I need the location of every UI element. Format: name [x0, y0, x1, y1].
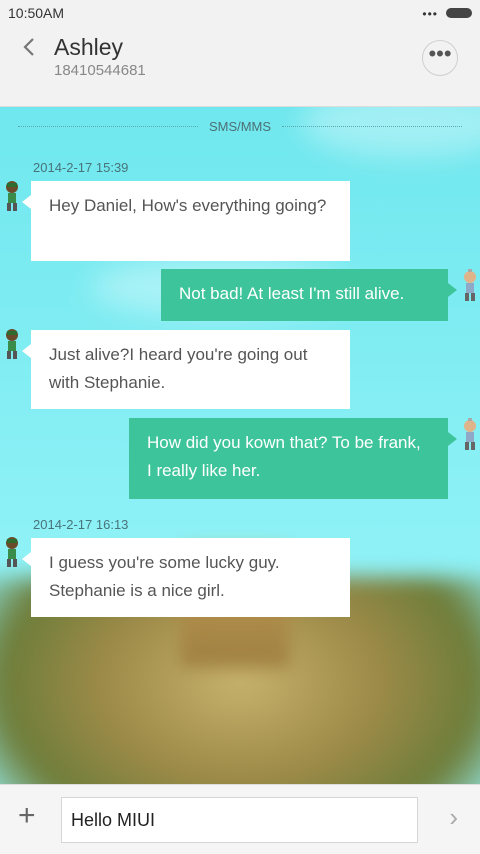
contact-avatar-icon[interactable]: [1, 535, 23, 569]
message-bubble-incoming[interactable]: Hey Daniel, How's everything going?: [22, 181, 350, 261]
channel-divider: SMS/MMS: [18, 117, 462, 137]
signal-icon: •••: [422, 7, 438, 21]
contact-number: 18410544681: [54, 62, 146, 79]
message-bubble-outgoing[interactable]: How did you kown that? To be frank, I re…: [129, 418, 457, 499]
message-input[interactable]: [61, 797, 418, 843]
battery-icon: [446, 8, 472, 18]
contact-name: Ashley: [54, 34, 124, 60]
message-bubble-outgoing[interactable]: Not bad! At least I'm still alive.: [161, 269, 457, 321]
conversation-header: Ashley 18410544681 •••: [0, 26, 480, 107]
status-bar: 10:50AM •••: [0, 0, 480, 26]
message-bubble-incoming[interactable]: Just alive?I heard you're going out with…: [22, 330, 350, 409]
contact-avatar-icon[interactable]: [1, 327, 23, 361]
contact-avatar-icon[interactable]: [1, 179, 23, 213]
back-button[interactable]: [14, 32, 44, 62]
chevron-left-icon: [23, 38, 34, 56]
message-bubble-incoming[interactable]: I guess you're some lucky guy. Stephanie…: [22, 538, 350, 617]
message-timestamp: 2014-2-17 16:13: [33, 517, 129, 532]
user-avatar-icon[interactable]: [459, 418, 480, 452]
message-list[interactable]: SMS/MMS 2014-2-17 15:39 Hey Daniel, How'…: [0, 107, 480, 784]
send-button[interactable]: ›: [449, 802, 458, 832]
message-timestamp: 2014-2-17 15:39: [33, 160, 129, 175]
user-avatar-icon[interactable]: [459, 269, 480, 303]
status-time: 10:50AM: [8, 5, 65, 21]
divider-line: [282, 126, 462, 127]
composer-bar: + ›: [0, 784, 480, 854]
add-attachment-button[interactable]: +: [18, 801, 36, 831]
more-options-button[interactable]: •••: [422, 40, 458, 76]
